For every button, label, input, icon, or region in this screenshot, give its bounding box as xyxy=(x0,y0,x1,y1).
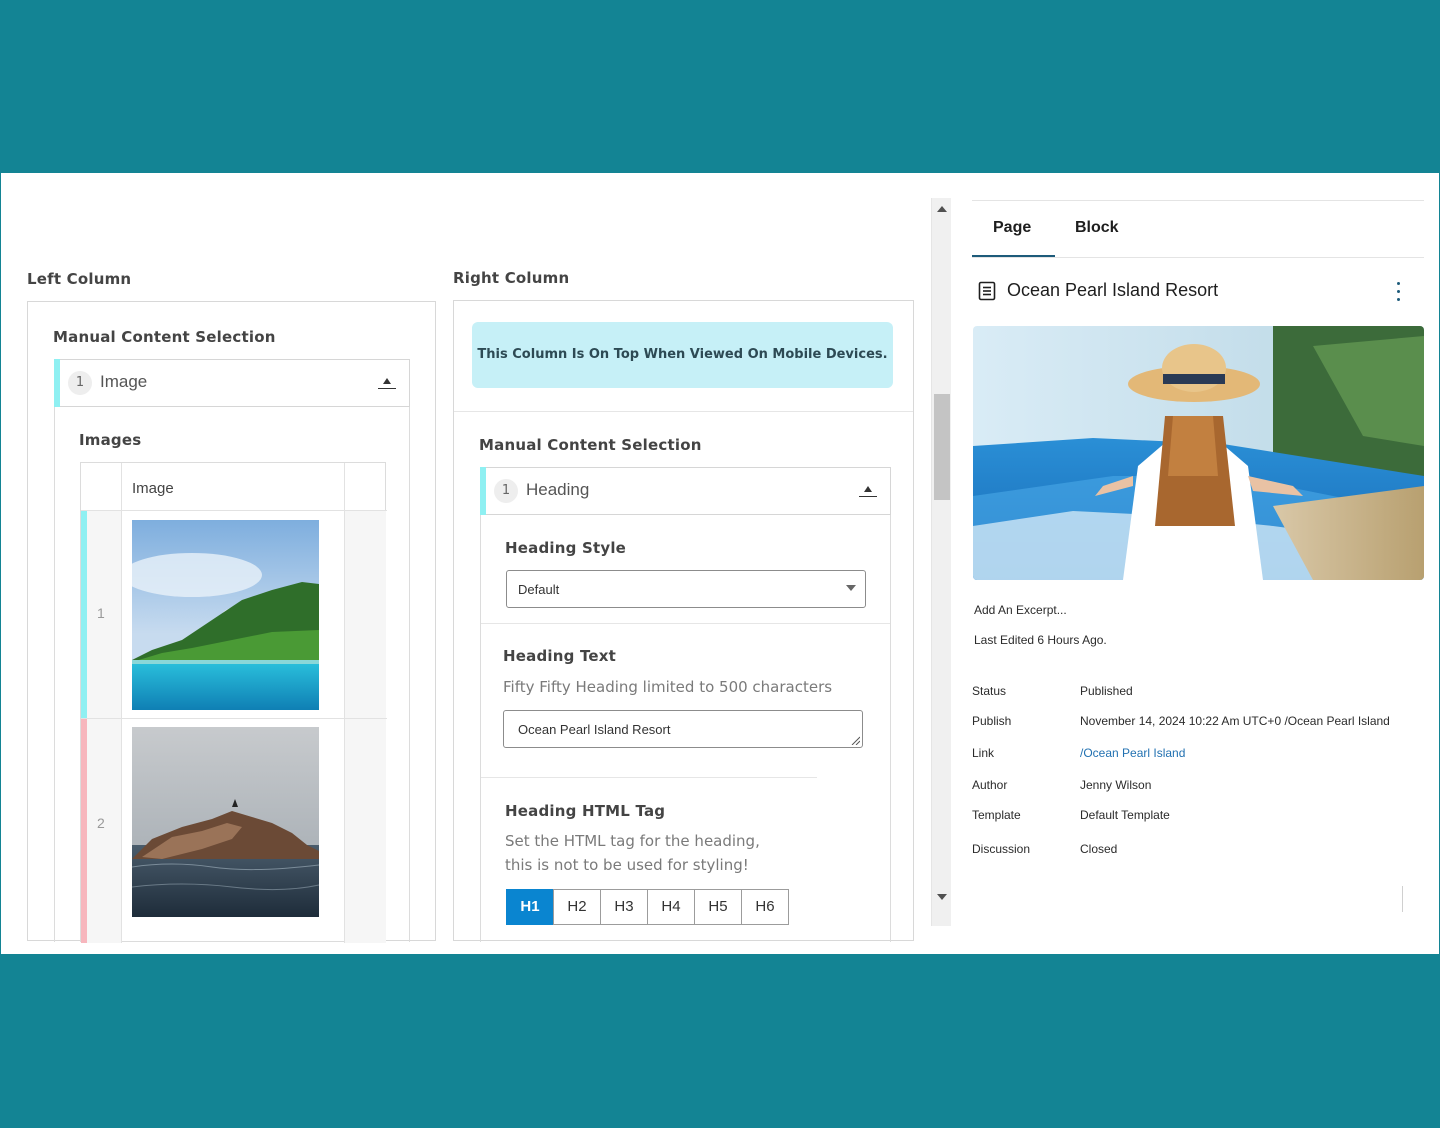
tag-button-h2[interactable]: H2 xyxy=(553,889,601,925)
meta-label-author: Author xyxy=(972,778,1008,792)
right-column-box: This Column Is On Top When Viewed On Mob… xyxy=(453,300,914,942)
image-accordion-header[interactable]: 1 Image xyxy=(54,359,410,407)
status-value[interactable]: Published xyxy=(1080,684,1133,698)
table-row-2-handle[interactable]: 2 xyxy=(81,719,121,943)
tag-button-h6[interactable]: H6 xyxy=(741,889,789,925)
add-excerpt-link[interactable]: Add An Excerpt... xyxy=(974,603,1067,617)
last-edited-text: Last Edited 6 Hours Ago. xyxy=(974,633,1107,647)
left-column-label: Left Column xyxy=(27,270,132,288)
collapse-caret-icon[interactable] xyxy=(858,486,878,500)
tropical-island-image[interactable] xyxy=(132,520,319,710)
right-column-label: Right Column xyxy=(453,269,570,287)
heading-text-input[interactable]: Ocean Pearl Island Resort xyxy=(503,710,863,748)
meta-label-status: Status xyxy=(972,684,1007,698)
scroll-down-arrow-icon[interactable] xyxy=(937,894,947,900)
meta-label-link: Link xyxy=(972,746,995,760)
tag-button-h5[interactable]: H5 xyxy=(694,889,742,925)
table-row-1-handle[interactable]: 1 xyxy=(81,511,121,718)
dropdown-arrow-icon xyxy=(846,585,856,591)
row-index: 2 xyxy=(97,815,105,831)
accordion-number-badge: 1 xyxy=(494,479,518,503)
heading-tag-help-line1: Set the HTML tag for the heading, xyxy=(505,832,760,850)
heading-accordion-header[interactable]: 1 Heading xyxy=(480,467,891,515)
settings-sidebar: Page Block Ocean Pearl Island Resort Add… xyxy=(972,173,1424,954)
heading-tag-button-group: H1 H2 H3 H4 H5 H6 xyxy=(506,889,789,925)
left-inner-frame xyxy=(54,407,55,942)
mobile-info-notice: This Column Is On Top When Viewed On Mob… xyxy=(472,322,893,388)
tag-button-h4[interactable]: H4 xyxy=(647,889,695,925)
accordion-label: Image xyxy=(100,372,148,391)
heading-text-title: Heading Text xyxy=(503,647,617,665)
heading-tag-title: Heading HTML Tag xyxy=(505,802,666,820)
accordion-number-badge: 1 xyxy=(68,371,92,395)
rock-in-sea-image[interactable] xyxy=(132,727,319,917)
accordion-label: Heading xyxy=(526,480,590,499)
images-title: Images xyxy=(79,431,142,449)
resize-grip-icon[interactable] xyxy=(850,735,860,745)
left-manual-content-title: Manual Content Selection xyxy=(53,328,276,346)
table-header-image: Image xyxy=(132,480,174,497)
scrollbar-thumb[interactable] xyxy=(934,394,950,500)
tag-button-h1[interactable]: H1 xyxy=(506,889,554,925)
tab-block[interactable]: Block xyxy=(1075,219,1119,237)
right-manual-content-title: Manual Content Selection xyxy=(479,436,702,454)
images-table: Image 1 2 xyxy=(80,462,387,943)
meta-label-discussion: Discussion xyxy=(972,842,1031,856)
accordion-accent-bar xyxy=(54,359,60,407)
publish-value[interactable]: November 14, 2024 10:22 Am UTC+0 /Ocean … xyxy=(1080,714,1390,728)
heading-style-title: Heading Style xyxy=(505,539,627,557)
heading-text-help: Fifty Fifty Heading limited to 500 chara… xyxy=(503,678,833,696)
document-title: Ocean Pearl Island Resort xyxy=(1007,280,1219,300)
editor-panel: Left Column Manual Content Selection 1 I… xyxy=(1,173,1439,954)
tag-button-h3[interactable]: H3 xyxy=(600,889,648,925)
accordion-accent-bar xyxy=(480,467,486,515)
author-value[interactable]: Jenny Wilson xyxy=(1080,778,1151,792)
template-value[interactable]: Default Template xyxy=(1080,808,1170,822)
featured-image[interactable] xyxy=(973,326,1424,580)
heading-style-value: Default xyxy=(518,582,560,597)
more-options-icon[interactable] xyxy=(1396,281,1402,303)
row-index: 1 xyxy=(97,605,105,621)
tab-page[interactable]: Page xyxy=(993,219,1031,237)
sidebar-divider xyxy=(1402,886,1403,912)
scroll-up-arrow-icon[interactable] xyxy=(937,206,947,212)
collapse-caret-icon[interactable] xyxy=(377,378,397,392)
page-document-icon xyxy=(978,281,996,301)
left-column-box: Manual Content Selection 1 Image Images … xyxy=(27,301,436,943)
meta-label-template: Template xyxy=(972,808,1021,822)
discussion-value[interactable]: Closed xyxy=(1080,842,1117,856)
meta-label-publish: Publish xyxy=(972,714,1012,728)
left-inner-frame-right xyxy=(409,407,410,942)
heading-text-value: Ocean Pearl Island Resort xyxy=(518,722,671,737)
heading-style-select[interactable]: Default xyxy=(506,570,866,608)
permalink-link[interactable]: /Ocean Pearl Island xyxy=(1080,746,1185,760)
heading-tag-help-line2: this is not to be used for styling! xyxy=(505,856,749,874)
editor-scrollbar[interactable] xyxy=(931,198,951,926)
